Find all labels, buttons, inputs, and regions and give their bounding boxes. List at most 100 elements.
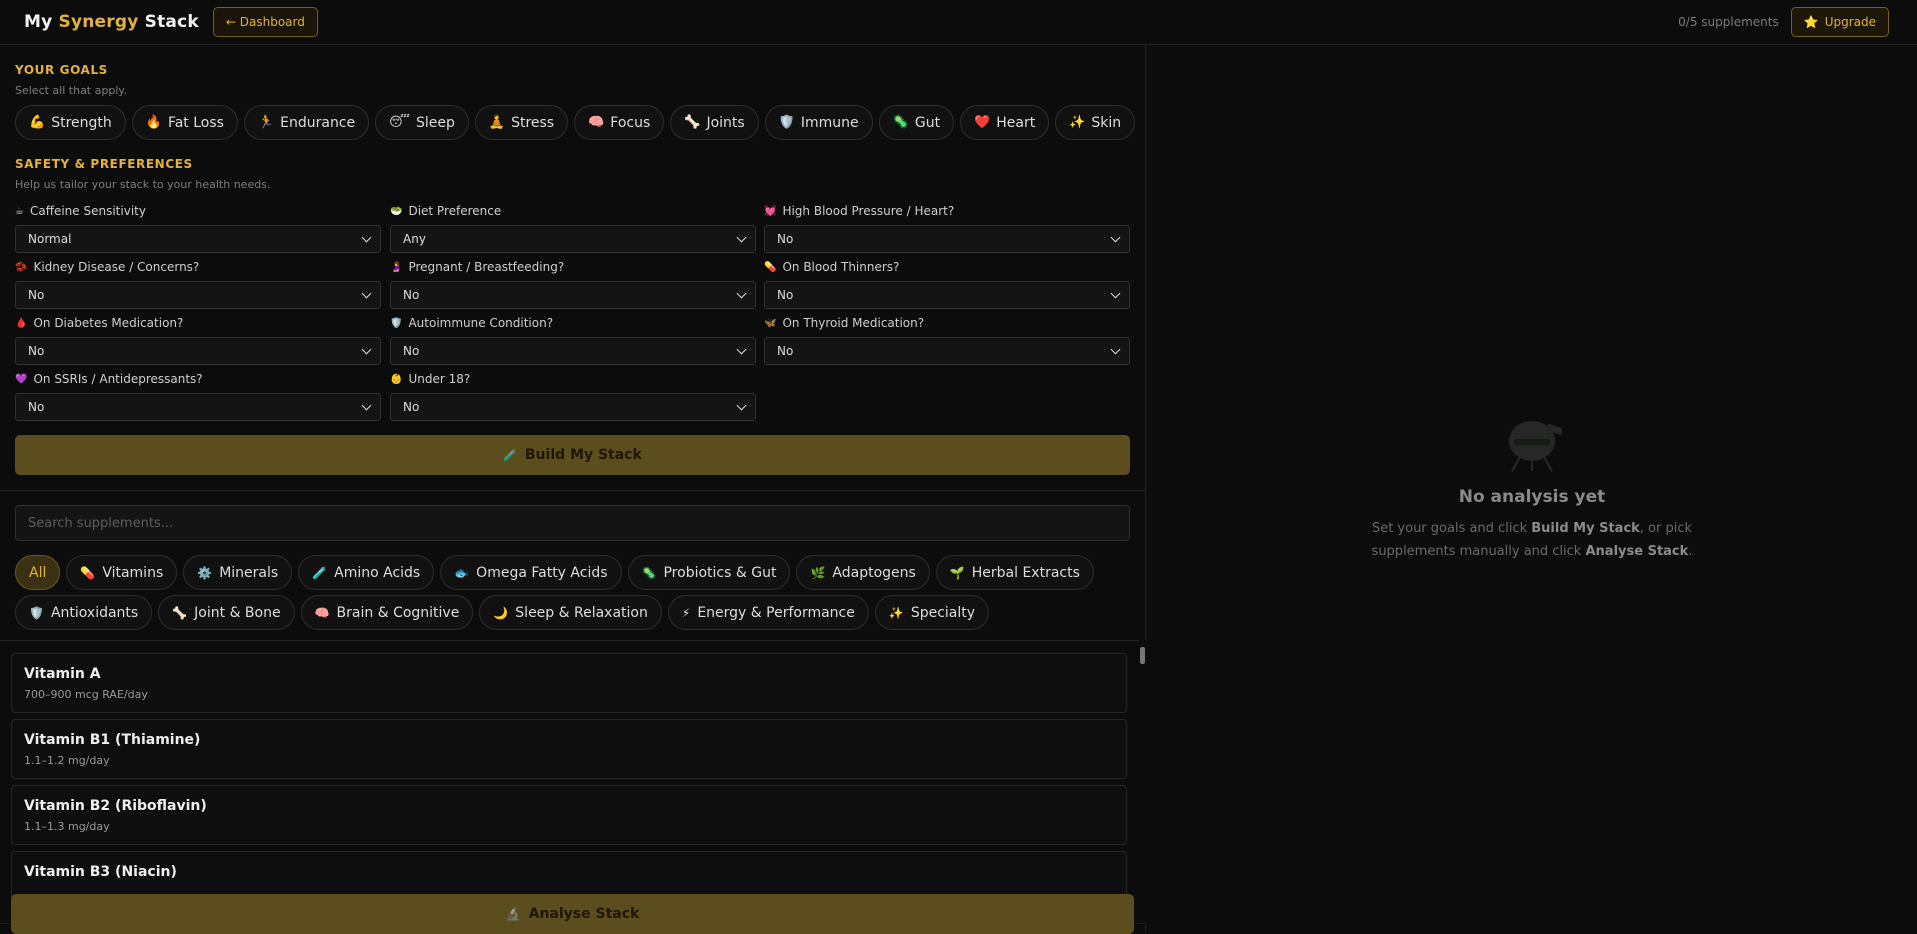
caffeine-sensitivity-select[interactable]: Normal: [15, 225, 381, 253]
chevron-down-icon: [736, 288, 747, 298]
kidney-disease-concerns-icon: 🫘: [15, 261, 28, 273]
herbal-extracts-icon: 🌱: [949, 565, 965, 580]
goal-chip-heart[interactable]: ❤️ Heart: [960, 105, 1050, 140]
fat-loss-icon: 🔥: [145, 115, 162, 130]
category-chip-all[interactable]: All: [15, 555, 61, 590]
divider: [0, 490, 1146, 491]
joint-bone-icon: 🦴: [172, 605, 188, 620]
empty-state: No analysis yet Set your goals and click…: [1147, 415, 1917, 563]
pregnant-breastfeeding-icon: 🤰: [390, 261, 403, 273]
list-scrollbar[interactable]: [1139, 640, 1146, 922]
supplement-count: 0/5 supplements: [1678, 15, 1779, 29]
category-filter-group: All 💊 Vitamins ⚙️ Minerals 🧪 Amino Acids 🐟 Omega…: [15, 555, 1135, 630]
chevron-down-icon: [361, 232, 372, 242]
field-pregnant-breastfeeding: 🤰 Pregnant / Breastfeeding? No: [390, 259, 756, 309]
supplement-dose: 1.1–1.3 mg/day: [24, 820, 110, 833]
pregnant-breastfeeding-select[interactable]: No: [390, 281, 756, 309]
builder-panel: YOUR GOALS Select all that apply. 💪 Stren…: [0, 45, 1146, 932]
category-chip-vitamins[interactable]: 💊 Vitamins: [66, 555, 178, 590]
goal-chip-focus[interactable]: 🧠 Focus: [574, 105, 665, 140]
search-input[interactable]: Search supplements...: [15, 505, 1130, 541]
dashboard-button[interactable]: ← Dashboard: [212, 7, 318, 37]
empty-state-title: No analysis yet: [1458, 487, 1606, 507]
on-diabetes-medication-select[interactable]: No: [15, 337, 381, 365]
field-label: 💊 On Blood Thinners?: [764, 260, 900, 274]
high-blood-pressure-heart-icon: 💓: [764, 205, 777, 217]
category-chip-brain-cognitive[interactable]: 🧠 Brain & Cognitive: [300, 595, 474, 630]
microscope-icon: [1502, 415, 1564, 473]
under-18-select[interactable]: No: [390, 393, 756, 421]
diet-preference-icon: 🥗: [390, 205, 403, 217]
field-autoimmune-condition: 🛡️ Autoimmune Condition? No: [390, 315, 756, 365]
field-high-blood-pressure-heart: 💓 High Blood Pressure / Heart? No: [764, 203, 1130, 253]
on-ssris-antidepressants-icon: 💜: [15, 373, 28, 385]
category-chip-omega-fatty-acids[interactable]: 🐟 Omega Fatty Acids: [440, 555, 622, 590]
supplement-name: Vitamin B3 (Niacin): [24, 864, 177, 880]
category-chip-herbal-extracts[interactable]: 🌱 Herbal Extracts: [935, 555, 1094, 590]
goal-chip-strength[interactable]: 💪 Strength: [15, 105, 126, 140]
category-chip-joint-bone[interactable]: 🦴 Joint & Bone: [158, 595, 295, 630]
chevron-down-icon: [736, 232, 747, 242]
app-logo[interactable]: My Synergy Stack: [24, 12, 199, 32]
goal-chip-joints[interactable]: 🦴 Joints: [670, 105, 759, 140]
heart-icon: ❤️: [974, 115, 991, 130]
field-diet-preference: 🥗 Diet Preference Any: [390, 203, 756, 253]
supplement-item[interactable]: Vitamin B2 (Riboflavin) 1.1–1.3 mg/day: [11, 785, 1127, 845]
immune-icon: 🛡️: [778, 115, 795, 130]
analyse-stack-button[interactable]: 🔬 Analyse Stack: [11, 894, 1134, 934]
goal-chip-gut[interactable]: 🦠 Gut: [878, 105, 955, 140]
category-chip-sleep-relaxation[interactable]: 🌙 Sleep & Relaxation: [479, 595, 662, 630]
high-blood-pressure-heart-select[interactable]: No: [764, 225, 1130, 253]
chevron-down-icon: [361, 344, 372, 354]
chevron-down-icon: [361, 288, 372, 298]
probiotics-gut-icon: 🦠: [641, 565, 657, 580]
scrollbar-thumb[interactable]: [1140, 647, 1145, 664]
category-chip-adaptogens[interactable]: 🌿 Adaptogens: [796, 555, 930, 590]
field-label: 🦋 On Thyroid Medication?: [764, 316, 925, 330]
supplement-item[interactable]: Vitamin A 700–900 mcg RAE/day: [11, 653, 1127, 713]
safety-subtitle: Help us tailor your stack to your health…: [15, 178, 271, 191]
sleep-icon: 😴: [389, 115, 410, 130]
on-thyroid-medication-select[interactable]: No: [764, 337, 1130, 365]
on-ssris-antidepressants-select[interactable]: No: [15, 393, 381, 421]
energy-performance-icon: ⚡: [681, 605, 691, 620]
build-stack-button[interactable]: 🧪 Build My Stack: [15, 435, 1130, 475]
goal-chip-sleep[interactable]: 😴 Sleep: [375, 105, 469, 140]
goal-chip-skin[interactable]: ✨ Skin: [1055, 105, 1136, 140]
category-chip-antioxidants[interactable]: 🛡️ Antioxidants: [15, 595, 153, 630]
field-under-18: 👶 Under 18? No: [390, 371, 756, 421]
goal-chip-endurance[interactable]: 🏃 Endurance: [243, 105, 370, 140]
specialty-icon: ✨: [888, 605, 904, 620]
focus-icon: 🧠: [588, 115, 605, 130]
supplement-dose: 1.1–1.2 mg/day: [24, 754, 110, 767]
category-chip-minerals[interactable]: ⚙️ Minerals: [183, 555, 293, 590]
goal-chip-immune[interactable]: 🛡️ Immune: [764, 105, 873, 140]
kidney-disease-concerns-select[interactable]: No: [15, 281, 381, 309]
minerals-icon: ⚙️: [197, 565, 213, 580]
diet-preference-select[interactable]: Any: [390, 225, 756, 253]
antioxidants-icon: 🛡️: [29, 605, 44, 620]
category-chip-probiotics-gut[interactable]: 🦠 Probiotics & Gut: [627, 555, 791, 590]
category-chip-energy-performance[interactable]: ⚡ Energy & Performance: [667, 595, 869, 630]
field-caffeine-sensitivity: ☕ Caffeine Sensitivity Normal: [15, 203, 381, 253]
microscope-icon: 🔬: [505, 907, 521, 921]
upgrade-button[interactable]: ⭐ Upgrade: [1790, 7, 1889, 37]
category-chip-amino-acids[interactable]: 🧪 Amino Acids: [298, 555, 435, 590]
gut-icon: 🦠: [892, 115, 909, 130]
on-diabetes-medication-icon: 🩸: [15, 317, 28, 329]
goal-chip-fat-loss[interactable]: 🔥 Fat Loss: [131, 105, 238, 140]
on-blood-thinners-icon: 💊: [764, 261, 777, 273]
on-blood-thinners-select[interactable]: No: [764, 281, 1130, 309]
supplement-item[interactable]: Vitamin B1 (Thiamine) 1.1–1.2 mg/day: [11, 719, 1127, 779]
brain-cognitive-icon: 🧠: [314, 605, 330, 620]
skin-icon: ✨: [1069, 115, 1086, 130]
autoimmune-condition-select[interactable]: No: [390, 337, 756, 365]
chevron-down-icon: [1110, 344, 1121, 354]
supplement-dose: 700–900 mcg RAE/day: [24, 688, 148, 701]
strength-icon: 💪: [29, 115, 46, 130]
chevron-down-icon: [736, 400, 747, 410]
divider: [0, 640, 1146, 641]
supplement-name: Vitamin A: [24, 666, 101, 682]
category-chip-specialty[interactable]: ✨ Specialty: [874, 595, 990, 630]
goal-chip-stress[interactable]: 🧘 Stress: [474, 105, 569, 140]
